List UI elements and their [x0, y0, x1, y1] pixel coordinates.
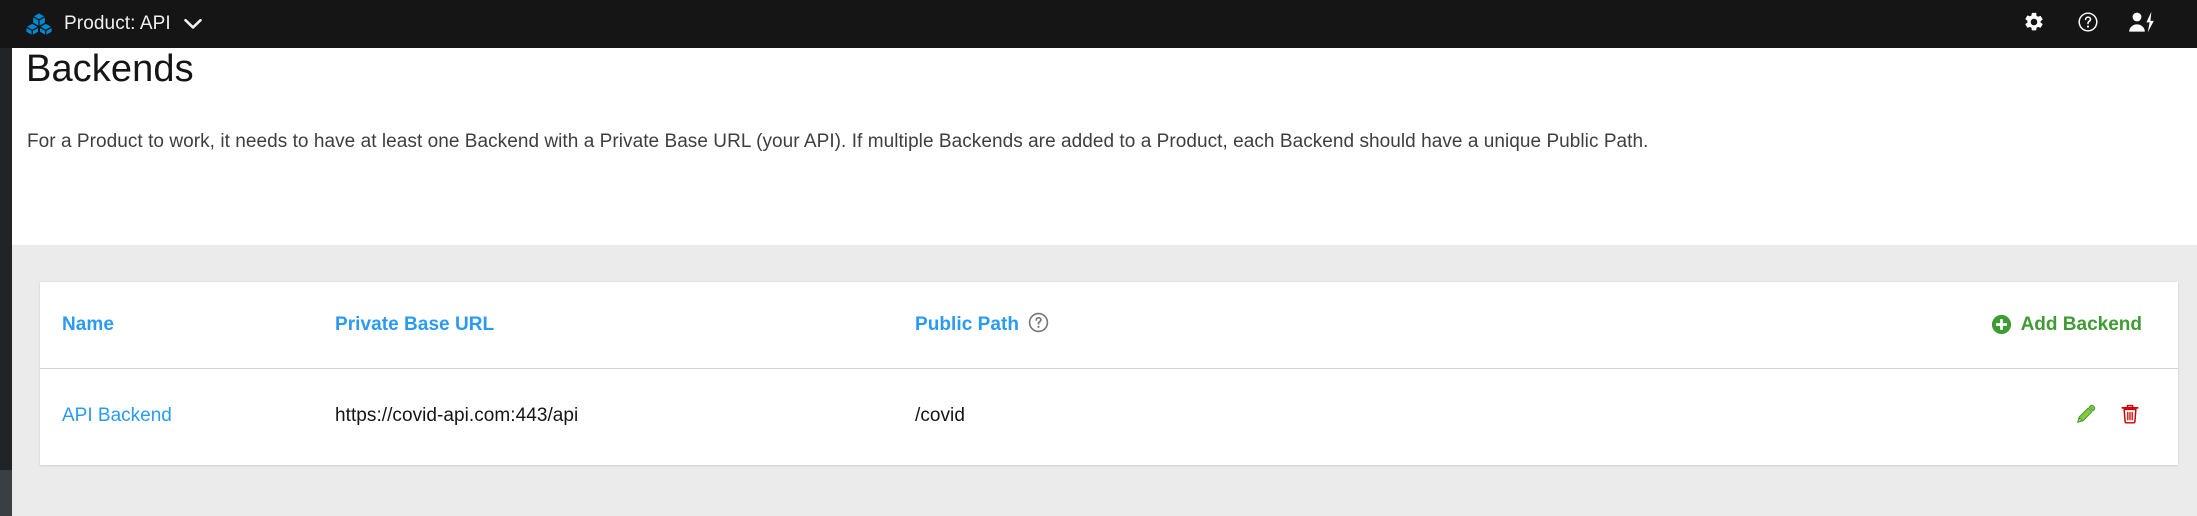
table-row: API Backend https://covid-api.com:443/ap…: [40, 368, 2178, 464]
page-description: For a Product to work, it needs to have …: [27, 131, 1649, 152]
column-header-actions: Add Backend: [1660, 282, 2178, 369]
sidebar-rail-top: [0, 48, 12, 470]
column-header-name-link[interactable]: Name: [62, 314, 114, 335]
backends-table: Name Private Base URL Public Path Add Ba…: [40, 282, 2178, 464]
cell-name: API Backend: [40, 368, 335, 464]
sidebar-rail-bottom: [0, 470, 12, 516]
pencil-icon: [2075, 403, 2097, 430]
product-switcher[interactable]: Product: API: [26, 13, 202, 35]
cubes-icon: [26, 13, 64, 35]
column-header-name: Name: [40, 282, 335, 369]
delete-backend-button[interactable]: [2118, 404, 2142, 428]
column-header-private-base-url: Private Base URL: [335, 282, 915, 369]
add-backend-label: Add Backend: [2020, 313, 2142, 335]
table-header-row: Name Private Base URL Public Path Add Ba…: [40, 282, 2178, 369]
app-root: Product: API Backends For a Product to w…: [0, 0, 2197, 516]
add-backend-button[interactable]: Add Backend: [1991, 314, 2142, 336]
account-button[interactable]: [2115, 0, 2169, 48]
cell-private-base-url: https://covid-api.com:443/api: [335, 368, 915, 464]
backend-public-path: /covid: [915, 405, 965, 427]
product-label: Product: API: [64, 13, 171, 34]
backend-private-base-url: https://covid-api.com:443/api: [335, 405, 579, 427]
table-body: API Backend https://covid-api.com:443/ap…: [40, 368, 2178, 464]
help-circle-icon: [2077, 11, 2099, 38]
backend-name-link[interactable]: API Backend: [62, 405, 172, 426]
plus-circle-icon: [1991, 314, 2021, 335]
backends-card: Name Private Base URL Public Path Add Ba…: [40, 282, 2178, 465]
masthead-actions: [2007, 0, 2169, 48]
page-title: Backends: [26, 48, 194, 90]
public-path-help-circle-icon[interactable]: [1028, 312, 1049, 338]
cell-public-path: /covid: [915, 368, 1660, 464]
help-button[interactable]: [2061, 0, 2115, 48]
row-actions: [2074, 404, 2142, 428]
column-header-public-path-link[interactable]: Public Path: [915, 314, 1019, 336]
column-header-private-base-url-link[interactable]: Private Base URL: [335, 314, 494, 335]
settings-button[interactable]: [2007, 0, 2061, 48]
edit-backend-button[interactable]: [2074, 404, 2098, 428]
trash-icon: [2119, 403, 2141, 430]
user-bolt-icon: [2127, 11, 2157, 38]
column-header-public-path: Public Path: [915, 282, 1660, 369]
chevron-down-icon[interactable]: [171, 18, 202, 30]
masthead: Product: API: [0, 0, 2197, 48]
gear-icon: [2023, 11, 2045, 38]
table-head: Name Private Base URL Public Path Add Ba…: [40, 282, 2178, 369]
cell-actions: [1660, 368, 2178, 464]
